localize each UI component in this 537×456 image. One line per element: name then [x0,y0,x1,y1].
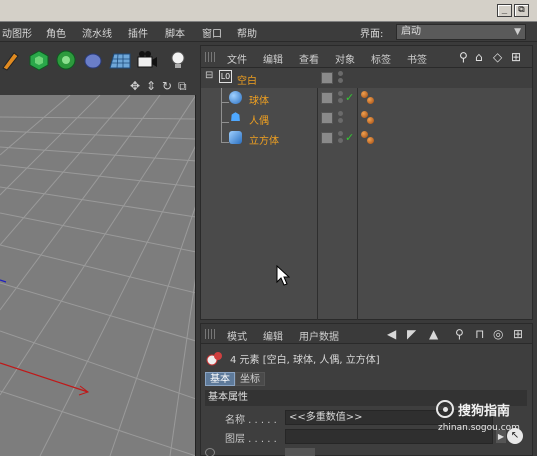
up-arrow-icon[interactable]: ▲ [429,327,438,341]
mouse-cursor-icon [276,265,290,286]
collapse-toggle-icon[interactable]: ⊟ [205,70,213,81]
maximize-view-icon[interactable]: ⧉ [178,79,187,93]
object-manager-panel: 文件 编辑 查看 对象 标签 书签 ⚲ ⌂ ◇ ⊞ ⊟ L0 空白 球体 ✓ ☗… [200,45,533,320]
om-menu-bookmarks[interactable]: 书签 [407,51,427,66]
material-tag-icon[interactable] [361,91,377,105]
menu-script[interactable]: 脚本 [165,25,185,40]
new-window-icon[interactable]: ⊞ [511,50,521,64]
om-menu-file[interactable]: 文件 [227,51,247,66]
om-menu-tags[interactable]: 标签 [371,51,391,66]
enabled-check-icon[interactable]: ✓ [345,91,354,104]
sphere-icon [229,91,242,104]
panel-grip-icon[interactable] [205,52,217,62]
layer-toggle[interactable] [321,72,333,84]
main-toolbar [0,43,196,77]
restore-button[interactable]: ⧉ [514,4,529,17]
visibility-dots[interactable] [338,111,343,125]
deformer-icon[interactable] [81,48,105,72]
object-row-figure[interactable]: ☗ 人偶 [201,108,532,128]
object-row-cube[interactable]: 立方体 ✓ [201,128,532,148]
rotate-view-icon[interactable]: ↻ [162,79,172,93]
object-name[interactable]: 空白 [237,72,257,87]
field-name-label: 名称 . . . . . [225,415,277,426]
object-name[interactable]: 球体 [249,92,269,107]
partial-field[interactable] [285,448,315,456]
viewport-header: ✥ ⇕ ↻ ⧉ [0,77,196,95]
element-summary-text: 4 元素 [空白, 球体, 人偶, 立方体] [230,355,380,366]
chevron-down-icon: ▼ [514,27,521,37]
lock-icon[interactable]: ⊓ [475,327,484,341]
target-icon[interactable]: ◎ [493,327,503,341]
search-icon[interactable]: ⚲ [459,50,468,64]
dolly-view-icon[interactable]: ⇕ [146,79,156,93]
object-name[interactable]: 立方体 [249,132,279,147]
material-tag-icon[interactable] [361,111,377,125]
layout-select-value: 启动 [401,26,421,37]
sogou-logo-icon [436,400,454,418]
object-list: ⊟ L0 空白 球体 ✓ ☗ 人偶 立方体 ✓ [201,68,532,320]
radio-icon[interactable] [205,448,215,456]
am-menu-userdata[interactable]: 用户数据 [299,328,339,343]
object-row-null[interactable]: ⊟ L0 空白 [201,68,532,88]
am-menu-edit[interactable]: 编辑 [263,328,283,343]
watermark-url: zhinan.sogou.com [438,423,520,433]
layer-toggle[interactable] [321,92,333,104]
home-icon[interactable]: ⌂ [475,50,483,64]
enabled-check-icon[interactable]: ✓ [345,131,354,144]
object-manager-menu: 文件 编辑 查看 对象 标签 书签 ⚲ ⌂ ◇ ⊞ [201,46,532,68]
menu-window[interactable]: 窗口 [202,25,222,40]
watermark: 搜狗指南 zhinan.sogou.com [436,399,536,437]
cube-icon [229,131,242,144]
cube-primitive-icon[interactable] [27,48,51,72]
main-menu-bar: 动图形 角色 流水线 插件 脚本 窗口 帮助 界面: 启动 ▼ [0,22,537,42]
menu-mograph[interactable]: 动图形 [2,25,32,40]
om-menu-edit[interactable]: 编辑 [263,51,283,66]
eye-icon[interactable]: ◇ [493,50,502,64]
selection-summary: 4 元素 [空白, 球体, 人偶, 立方体] [206,349,526,367]
window-title-bar: _ ⧉ [0,0,537,22]
new-window-icon[interactable]: ⊞ [513,327,523,341]
back-arrow-icon[interactable]: ◀ [387,327,396,341]
layer-toggle[interactable] [321,132,333,144]
om-menu-view[interactable]: 查看 [299,51,319,66]
layout-select[interactable]: 启动 ▼ [396,24,526,40]
menu-plugins[interactable]: 插件 [128,25,148,40]
attribute-manager-menu: 模式 编辑 用户数据 ◀ ◤ ▲ ⚲ ⊓ ◎ ⊞ [201,324,532,344]
object-row-sphere[interactable]: 球体 ✓ [201,88,532,108]
3d-viewport[interactable] [0,95,196,456]
figure-icon: ☗ [230,110,241,124]
menu-pipeline[interactable]: 流水线 [82,25,112,40]
layout-label: 界面: [360,29,384,40]
layer-toggle[interactable] [321,112,333,124]
menu-help[interactable]: 帮助 [237,25,257,40]
camera-icon[interactable] [135,48,159,72]
forward-arrow-icon[interactable]: ◤ [407,327,416,341]
light-icon[interactable] [166,48,190,72]
pen-tool-icon[interactable] [0,48,24,72]
tab-basic[interactable]: 基本 [205,372,235,386]
visibility-dots[interactable] [338,71,343,85]
am-menu-mode[interactable]: 模式 [227,328,247,343]
search-icon[interactable]: ⚲ [455,327,464,341]
watermark-title: 搜狗指南 [458,404,511,419]
minimize-button[interactable]: _ [497,4,512,17]
null-object-icon: L0 [219,70,232,83]
om-menu-objects[interactable]: 对象 [335,51,355,66]
panel-grip-icon[interactable] [205,329,217,339]
visibility-dots[interactable] [338,91,343,105]
move-view-icon[interactable]: ✥ [130,79,140,93]
array-generator-icon[interactable] [54,48,78,72]
perspective-grid [0,95,195,456]
multi-object-icon [206,349,224,367]
material-tag-icon[interactable] [361,131,377,145]
field-layer-label: 图层 . . . . . [225,434,277,445]
visibility-dots[interactable] [338,131,343,145]
floor-icon[interactable] [108,48,132,72]
object-name[interactable]: 人偶 [249,112,269,127]
menu-character[interactable]: 角色 [46,25,66,40]
tab-coordinates[interactable]: 坐标 [235,372,265,386]
